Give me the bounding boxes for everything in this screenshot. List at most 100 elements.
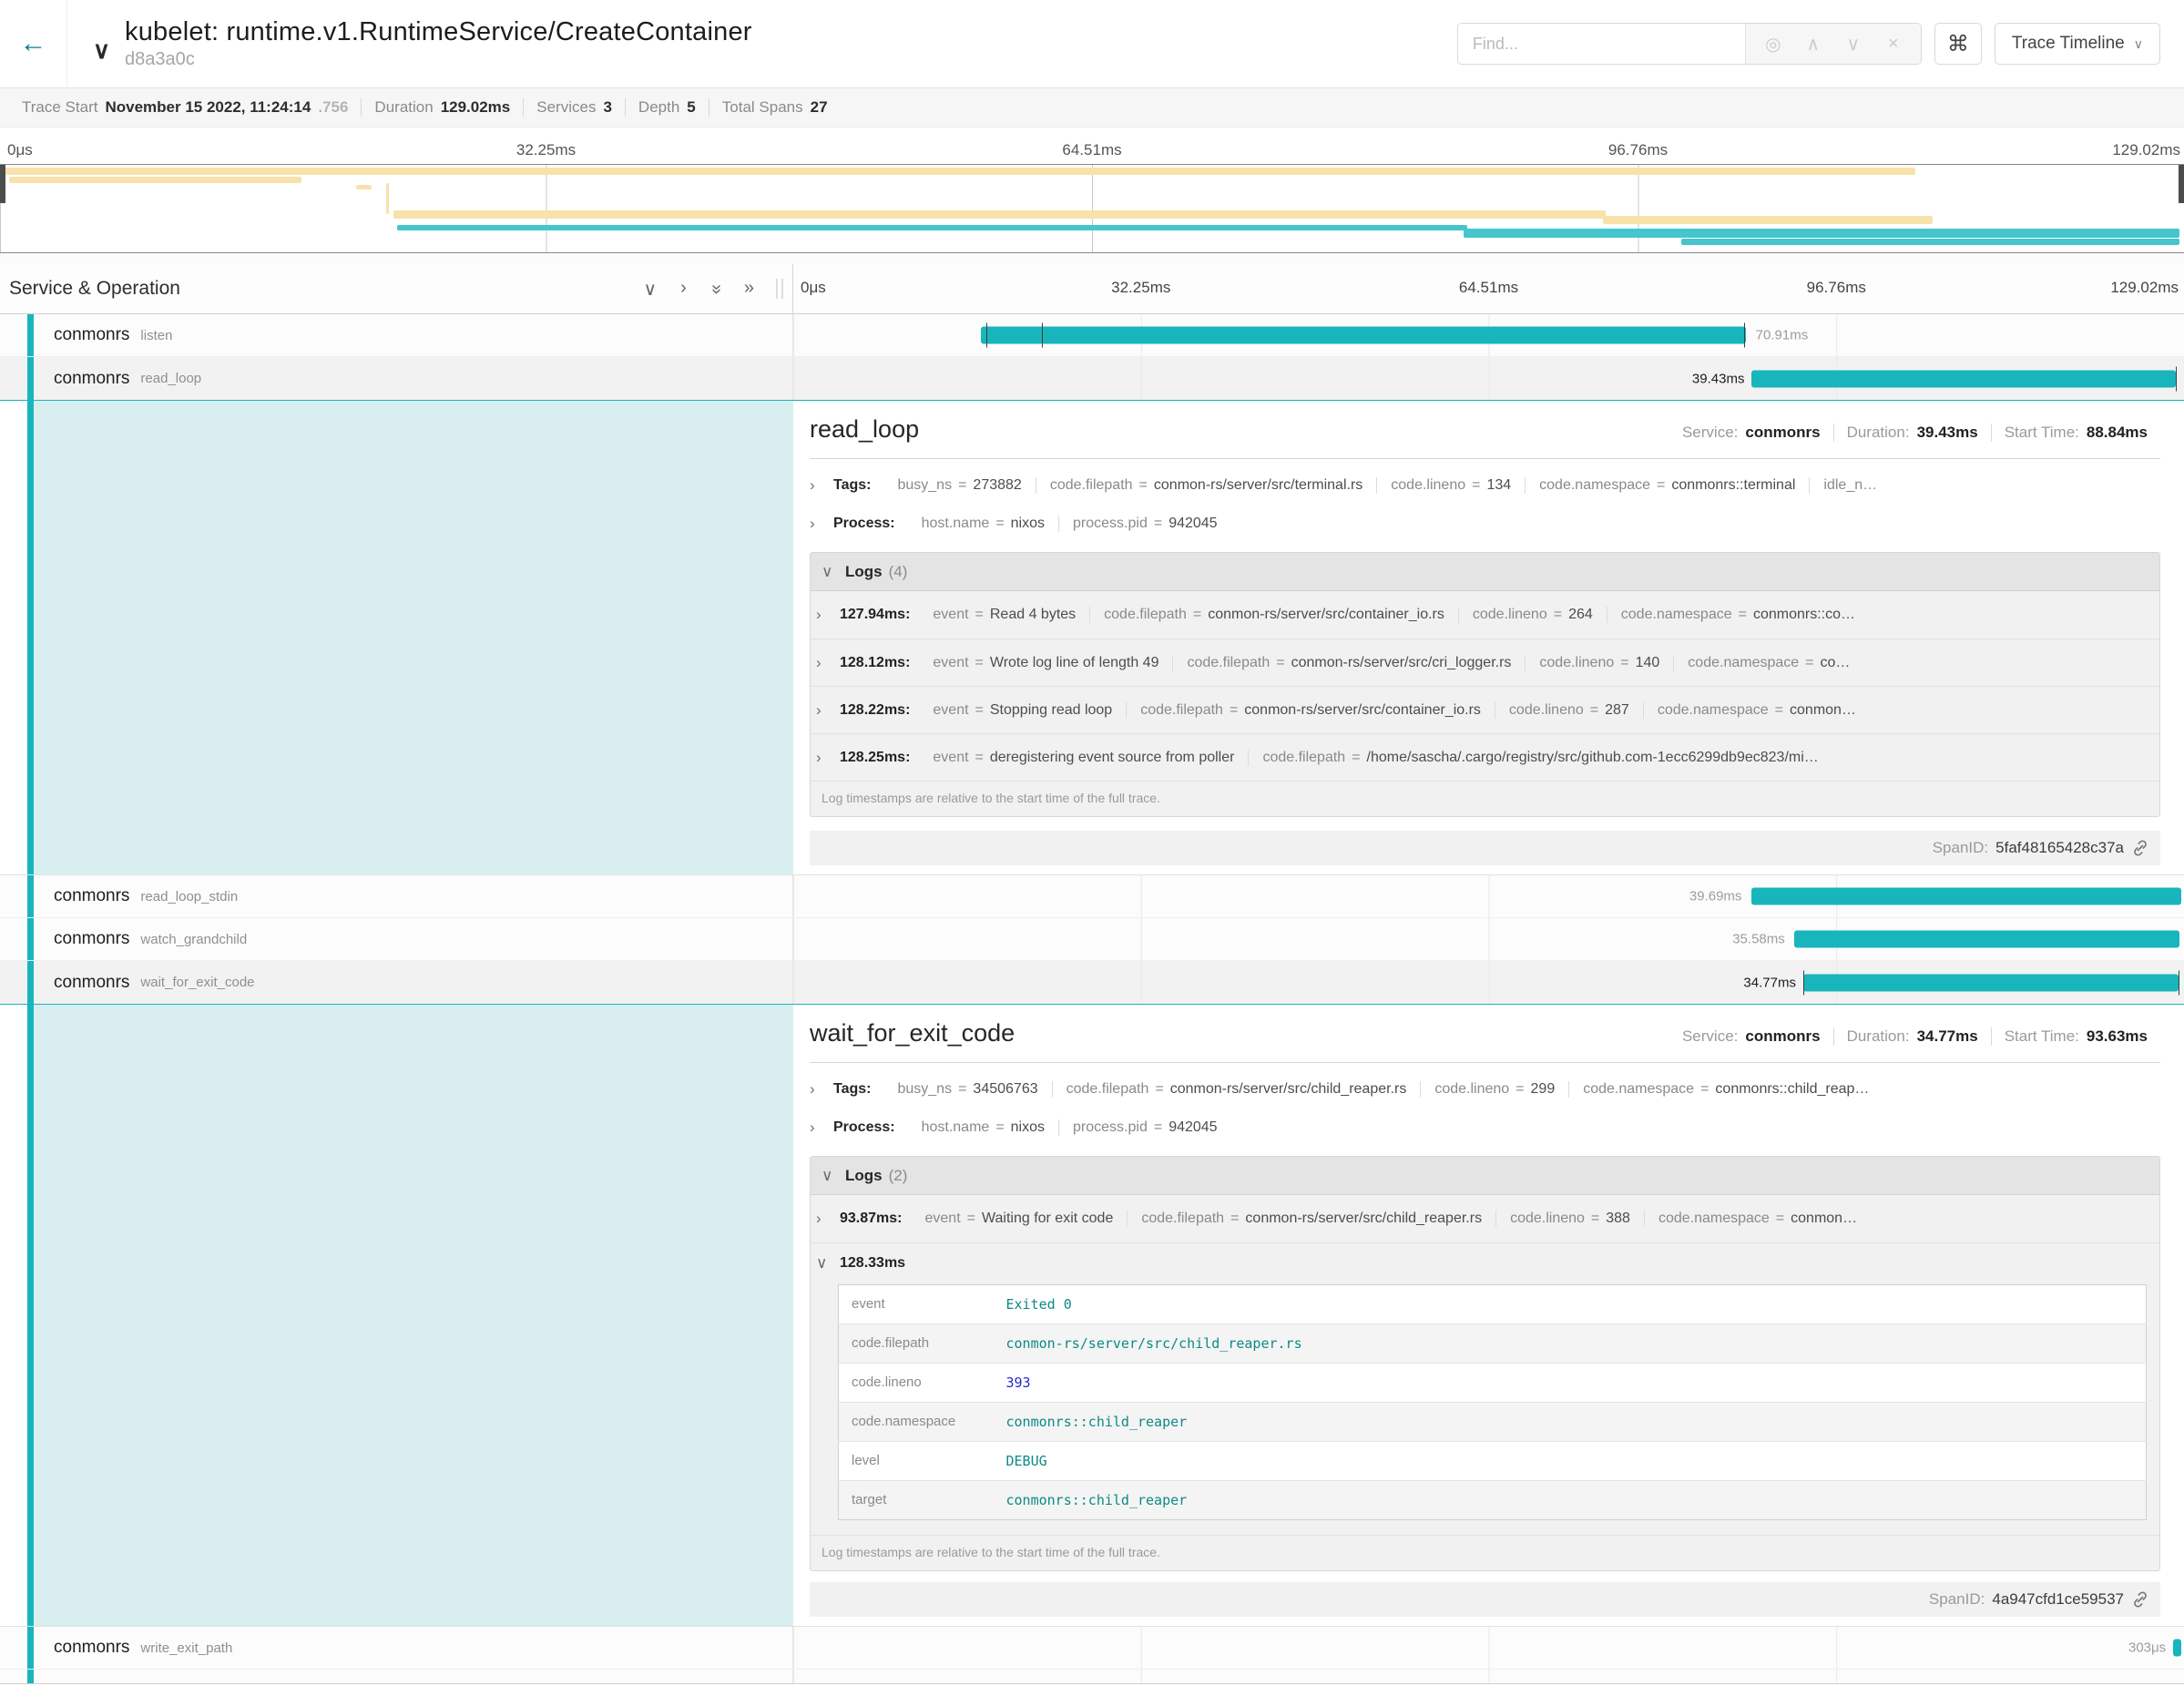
span-row-partial — [0, 1670, 2184, 1684]
span-timeline-cell[interactable]: 39.69ms — [793, 875, 2184, 917]
find-prev-icon[interactable]: ∧ — [1795, 33, 1832, 56]
process-row[interactable]: › Process: host.name=nixos process.pid=9… — [810, 1109, 2160, 1147]
span-row-watch-grandchild[interactable]: conmonrs watch_grandchild 35.58ms — [0, 918, 2184, 961]
minimap-left-handle[interactable] — [0, 165, 5, 203]
log-entry-expanded[interactable]: ∨ 128.33ms — [811, 1242, 2159, 1282]
span-duration-bar[interactable] — [1803, 974, 2179, 991]
log-entry[interactable]: › 128.12ms: event=Wrote log line of leng… — [811, 639, 2159, 686]
span-name-cell[interactable]: conmonrs read_loop_stdin — [0, 875, 793, 917]
expand-one-icon[interactable]: › — [680, 278, 687, 301]
span-row-listen[interactable]: conmonrs listen 70.91ms — [0, 314, 2184, 357]
chevron-right-icon[interactable]: › — [810, 515, 833, 533]
log-fields-table: eventExited 0 code.filepathconmon-rs/ser… — [838, 1284, 2147, 1520]
find-next-icon[interactable]: ∨ — [1835, 33, 1872, 56]
detail-span-name: wait_for_exit_code — [810, 1019, 1669, 1047]
field-key: code.lineno — [839, 1364, 994, 1403]
span-duration-bar[interactable] — [1751, 370, 2176, 387]
span-service: conmonrs — [54, 369, 129, 389]
trace-depth: Depth 5 — [625, 98, 709, 117]
command-icon: ⌘ — [1947, 31, 1969, 57]
service-operation-title: Service & Operation — [9, 278, 643, 300]
divider — [810, 458, 2160, 459]
duration-label: Duration: — [1847, 1027, 1910, 1046]
column-resizer[interactable] — [776, 279, 783, 299]
minimap-span-bar — [1464, 229, 2180, 238]
span-timeline-cell[interactable]: 70.91ms — [793, 314, 2184, 356]
span-duration-bar[interactable] — [1794, 931, 2179, 948]
find-box: ◎ ∧ ∨ × — [1457, 23, 1922, 65]
span-duration-bar[interactable] — [1751, 888, 2181, 905]
chevron-right-icon[interactable]: › — [810, 1119, 833, 1137]
tag-key: code.namespace — [1583, 1081, 1694, 1098]
minimap-right-handle[interactable] — [2179, 165, 2184, 203]
log-entry[interactable]: › 93.87ms: event=Waiting for exit code c… — [811, 1195, 2159, 1242]
log-entry[interactable]: › 127.94ms: event=Read 4 bytes code.file… — [811, 591, 2159, 639]
detail-span-meta: Service:conmonrs Duration:34.77ms Start … — [1669, 1027, 2160, 1046]
link-icon[interactable] — [2131, 839, 2149, 857]
process-label: Process: — [833, 1119, 895, 1136]
span-row-read-loop-stdin[interactable]: conmonrs read_loop_stdin 39.69ms — [0, 875, 2184, 918]
chevron-right-icon[interactable]: › — [816, 606, 840, 624]
locate-icon[interactable]: ◎ — [1755, 33, 1791, 56]
log-field-key: event — [933, 750, 968, 766]
tags-row[interactable]: › Tags: busy_ns=273882 code.filepath=con… — [810, 466, 2160, 505]
log-field-value: 388 — [1606, 1211, 1630, 1227]
link-icon[interactable] — [2131, 1590, 2149, 1609]
process-row[interactable]: › Process: host.name=nixos process.pid=9… — [810, 505, 2160, 543]
span-timeline-cell[interactable]: 39.43ms — [793, 357, 2184, 400]
span-name-cell[interactable]: conmonrs watch_grandchild — [0, 918, 793, 960]
chevron-right-icon[interactable]: › — [816, 701, 840, 720]
keyboard-shortcuts-button[interactable]: ⌘ — [1934, 23, 1982, 65]
trace-collapse-toggle[interactable]: ∨ — [93, 36, 110, 65]
span-color-accent — [27, 357, 34, 400]
collapse-all-icon[interactable]: » — [704, 283, 727, 293]
span-name-cell[interactable]: conmonrs listen — [0, 314, 793, 356]
table-row: eventExited 0 — [839, 1285, 2147, 1324]
span-color-accent — [27, 314, 34, 356]
start-time-label: Start Time: — [2005, 1027, 2079, 1046]
chevron-right-icon[interactable]: › — [816, 654, 840, 672]
collapse-one-icon[interactable]: ∨ — [643, 278, 657, 301]
axis-tick: 32.25ms — [516, 141, 576, 159]
span-timeline-cell[interactable]: 34.77ms — [793, 961, 2184, 1004]
log-field-value: Waiting for exit code — [982, 1211, 1113, 1227]
trace-minimap[interactable] — [0, 164, 2184, 253]
span-timeline-cell[interactable]: 35.58ms — [793, 918, 2184, 960]
total-spans-label: Total Spans — [722, 98, 803, 117]
span-name-cell[interactable]: conmonrs read_loop — [0, 357, 793, 400]
log-field-value: conmon-rs/server/src/child_reaper.rs — [1245, 1211, 1482, 1227]
span-row-wait-for-exit-code[interactable]: conmonrs wait_for_exit_code 34.77ms — [0, 961, 2184, 1004]
find-clear-icon[interactable]: × — [1875, 34, 1912, 55]
logs-footnote: Log timestamps are relative to the start… — [811, 781, 2159, 816]
span-row-write-exit-path[interactable]: conmonrs write_exit_path 303μs — [0, 1627, 2184, 1670]
chevron-right-icon[interactable]: › — [810, 476, 833, 495]
span-row-read-loop[interactable]: conmonrs read_loop 39.43ms — [0, 357, 2184, 400]
log-field-key: event — [933, 702, 968, 719]
services-label: Services — [536, 98, 596, 117]
find-input[interactable] — [1458, 24, 1745, 64]
chevron-right-icon[interactable]: › — [816, 1210, 840, 1228]
log-field-key: code.namespace — [1658, 1211, 1770, 1227]
chevron-right-icon[interactable]: › — [810, 1080, 833, 1098]
tags-row[interactable]: › Tags: busy_ns=34506763 code.filepath=c… — [810, 1070, 2160, 1109]
log-entry[interactable]: › 128.22ms: event=Stopping read loop cod… — [811, 686, 2159, 733]
detail-left-gutter — [27, 401, 793, 874]
log-entry[interactable]: › 128.25ms: event=deregistering event so… — [811, 733, 2159, 781]
expand-all-icon[interactable]: » — [744, 278, 754, 301]
span-name-cell[interactable]: conmonrs write_exit_path — [0, 1627, 793, 1669]
chevron-right-icon[interactable]: › — [816, 749, 840, 767]
start-time-label: Start Time: — [2005, 424, 2079, 442]
minimap-span-bar — [1603, 216, 1933, 224]
axis-tick: 64.51ms — [1062, 141, 1121, 159]
span-timeline-cell[interactable]: 303μs — [793, 1627, 2184, 1669]
span-duration-bar[interactable] — [981, 327, 1746, 344]
span-duration-bar[interactable] — [2173, 1640, 2181, 1657]
chevron-down-icon[interactable]: ∨ — [816, 1254, 840, 1272]
tag-key: busy_ns — [897, 477, 952, 494]
back-button[interactable]: ← — [0, 0, 67, 87]
trace-view-selector[interactable]: Trace Timeline ∨ — [1995, 23, 2160, 65]
field-key: level — [839, 1442, 994, 1481]
span-name-cell[interactable]: conmonrs wait_for_exit_code — [0, 961, 793, 1004]
logs-header[interactable]: ∨ Logs (4) — [811, 553, 2159, 591]
logs-header[interactable]: ∨ Logs (2) — [811, 1157, 2159, 1195]
